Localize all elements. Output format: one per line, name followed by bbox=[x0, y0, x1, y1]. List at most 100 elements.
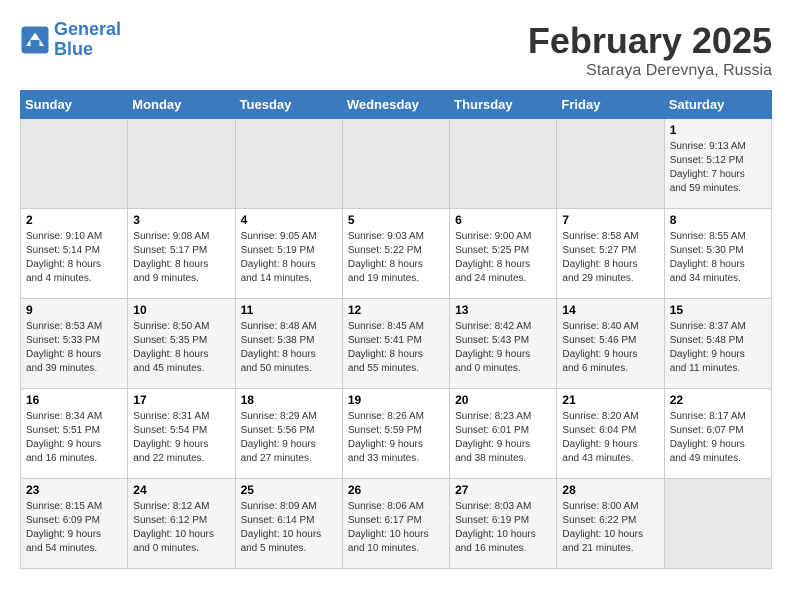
calendar-cell: 8 Sunrise: 8:55 AM Sunset: 5:30 PM Daylig… bbox=[664, 209, 771, 299]
day-number: 24 bbox=[133, 483, 229, 497]
day-info: Sunrise: 8:40 AM Sunset: 5:46 PM Dayligh… bbox=[562, 320, 658, 376]
day-number: 19 bbox=[348, 393, 444, 407]
calendar-cell: 23Sunrise: 8:15 AM Sunset: 6:09 PM Dayli… bbox=[21, 479, 128, 569]
day-info: Sunrise: 8:31 AM Sunset: 5:54 PM Dayligh… bbox=[133, 410, 229, 466]
day-number: 13 bbox=[455, 303, 551, 317]
day-info: Sunrise: 8:03 AM Sunset: 6:19 PM Dayligh… bbox=[455, 500, 551, 556]
day-number: 28 bbox=[562, 483, 658, 497]
calendar-cell: 9Sunrise: 8:53 AM Sunset: 5:33 PM Daylig… bbox=[21, 299, 128, 389]
weekday-header-tuesday: Tuesday bbox=[235, 91, 342, 119]
calendar-cell bbox=[664, 479, 771, 569]
day-info: Sunrise: 8:55 AM Sunset: 5:30 PM Dayligh… bbox=[670, 230, 766, 286]
day-number: 2 bbox=[26, 213, 122, 227]
weekday-header-monday: Monday bbox=[128, 91, 235, 119]
day-number: 12 bbox=[348, 303, 444, 317]
calendar-cell bbox=[128, 119, 235, 209]
day-number: 15 bbox=[670, 303, 766, 317]
calendar-week-4: 16 Sunrise: 8:34 AM Sunset: 5:51 PM Dayli… bbox=[21, 389, 772, 479]
calendar-cell: 25Sunrise: 8:09 AM Sunset: 6:14 PM Dayli… bbox=[235, 479, 342, 569]
calendar-cell bbox=[342, 119, 449, 209]
day-info: Sunrise: 9:05 AM Sunset: 5:19 PM Dayligh… bbox=[241, 230, 337, 286]
calendar-cell: 24 Sunrise: 8:12 AM Sunset: 6:12 PM Dayli… bbox=[128, 479, 235, 569]
weekday-header-wednesday: Wednesday bbox=[342, 91, 449, 119]
day-info: Sunrise: 9:03 AM Sunset: 5:22 PM Dayligh… bbox=[348, 230, 444, 286]
day-info: Sunrise: 8:50 AM Sunset: 5:35 PM Dayligh… bbox=[133, 320, 229, 376]
weekday-header-row: SundayMondayTuesdayWednesdayThursdayFrid… bbox=[21, 91, 772, 119]
day-info: Sunrise: 8:48 AM Sunset: 5:38 PM Dayligh… bbox=[241, 320, 337, 376]
day-number: 14 bbox=[562, 303, 658, 317]
day-number: 10 bbox=[133, 303, 229, 317]
day-number: 5 bbox=[348, 213, 444, 227]
calendar-cell: 17 Sunrise: 8:31 AM Sunset: 5:54 PM Dayli… bbox=[128, 389, 235, 479]
day-info: Sunrise: 8:26 AM Sunset: 5:59 PM Dayligh… bbox=[348, 410, 444, 466]
day-info: Sunrise: 8:29 AM Sunset: 5:56 PM Dayligh… bbox=[241, 410, 337, 466]
calendar-cell: 22 Sunrise: 8:17 AM Sunset: 6:07 PM Dayli… bbox=[664, 389, 771, 479]
calendar-cell bbox=[235, 119, 342, 209]
weekday-header-thursday: Thursday bbox=[450, 91, 557, 119]
calendar-body: 1Sunrise: 9:13 AM Sunset: 5:12 PM Daylig… bbox=[21, 119, 772, 569]
calendar-cell: 2 Sunrise: 9:10 AM Sunset: 5:14 PM Daylig… bbox=[21, 209, 128, 299]
weekday-header-saturday: Saturday bbox=[664, 91, 771, 119]
month-title: February 2025 bbox=[528, 20, 772, 62]
day-number: 22 bbox=[670, 393, 766, 407]
location-title: Staraya Derevnya, Russia bbox=[528, 62, 772, 80]
calendar-cell: 14 Sunrise: 8:40 AM Sunset: 5:46 PM Dayli… bbox=[557, 299, 664, 389]
logo: General Blue bbox=[20, 20, 121, 60]
calendar-cell: 21Sunrise: 8:20 AM Sunset: 6:04 PM Dayli… bbox=[557, 389, 664, 479]
day-number: 7 bbox=[562, 213, 658, 227]
calendar-cell: 18Sunrise: 8:29 AM Sunset: 5:56 PM Dayli… bbox=[235, 389, 342, 479]
calendar-cell: 19 Sunrise: 8:26 AM Sunset: 5:59 PM Dayli… bbox=[342, 389, 449, 479]
day-info: Sunrise: 8:17 AM Sunset: 6:07 PM Dayligh… bbox=[670, 410, 766, 466]
calendar-cell: 5 Sunrise: 9:03 AM Sunset: 5:22 PM Daylig… bbox=[342, 209, 449, 299]
day-info: Sunrise: 8:45 AM Sunset: 5:41 PM Dayligh… bbox=[348, 320, 444, 376]
calendar-week-1: 1Sunrise: 9:13 AM Sunset: 5:12 PM Daylig… bbox=[21, 119, 772, 209]
calendar-header: SundayMondayTuesdayWednesdayThursdayFrid… bbox=[21, 91, 772, 119]
calendar-cell: 10 Sunrise: 8:50 AM Sunset: 5:35 PM Dayli… bbox=[128, 299, 235, 389]
day-info: Sunrise: 8:42 AM Sunset: 5:43 PM Dayligh… bbox=[455, 320, 551, 376]
calendar-cell: 4Sunrise: 9:05 AM Sunset: 5:19 PM Daylig… bbox=[235, 209, 342, 299]
calendar-cell: 20 Sunrise: 8:23 AM Sunset: 6:01 PM Dayli… bbox=[450, 389, 557, 479]
calendar-cell: 26Sunrise: 8:06 AM Sunset: 6:17 PM Dayli… bbox=[342, 479, 449, 569]
calendar-cell bbox=[21, 119, 128, 209]
day-info: Sunrise: 8:34 AM Sunset: 5:51 PM Dayligh… bbox=[26, 410, 122, 466]
day-info: Sunrise: 9:10 AM Sunset: 5:14 PM Dayligh… bbox=[26, 230, 122, 286]
day-number: 9 bbox=[26, 303, 122, 317]
calendar-cell: 11 Sunrise: 8:48 AM Sunset: 5:38 PM Dayli… bbox=[235, 299, 342, 389]
calendar-cell: 27 Sunrise: 8:03 AM Sunset: 6:19 PM Dayli… bbox=[450, 479, 557, 569]
day-number: 25 bbox=[241, 483, 337, 497]
day-number: 3 bbox=[133, 213, 229, 227]
calendar-cell: 1Sunrise: 9:13 AM Sunset: 5:12 PM Daylig… bbox=[664, 119, 771, 209]
day-number: 8 bbox=[670, 213, 766, 227]
calendar-cell: 16 Sunrise: 8:34 AM Sunset: 5:51 PM Dayli… bbox=[21, 389, 128, 479]
day-number: 16 bbox=[26, 393, 122, 407]
day-info: Sunrise: 8:20 AM Sunset: 6:04 PM Dayligh… bbox=[562, 410, 658, 466]
day-info: Sunrise: 8:23 AM Sunset: 6:01 PM Dayligh… bbox=[455, 410, 551, 466]
title-area: February 2025 Staraya Derevnya, Russia bbox=[528, 20, 772, 80]
calendar-cell: 3 Sunrise: 9:08 AM Sunset: 5:17 PM Daylig… bbox=[128, 209, 235, 299]
day-info: Sunrise: 8:12 AM Sunset: 6:12 PM Dayligh… bbox=[133, 500, 229, 556]
weekday-header-sunday: Sunday bbox=[21, 91, 128, 119]
day-info: Sunrise: 8:37 AM Sunset: 5:48 PM Dayligh… bbox=[670, 320, 766, 376]
day-info: Sunrise: 9:08 AM Sunset: 5:17 PM Dayligh… bbox=[133, 230, 229, 286]
header: General Blue February 2025 Staraya Derev… bbox=[20, 20, 772, 80]
day-number: 6 bbox=[455, 213, 551, 227]
day-info: Sunrise: 8:06 AM Sunset: 6:17 PM Dayligh… bbox=[348, 500, 444, 556]
calendar-cell bbox=[450, 119, 557, 209]
day-number: 20 bbox=[455, 393, 551, 407]
day-info: Sunrise: 9:00 AM Sunset: 5:25 PM Dayligh… bbox=[455, 230, 551, 286]
calendar-week-3: 9Sunrise: 8:53 AM Sunset: 5:33 PM Daylig… bbox=[21, 299, 772, 389]
day-info: Sunrise: 8:00 AM Sunset: 6:22 PM Dayligh… bbox=[562, 500, 658, 556]
logo-line1: General bbox=[54, 19, 121, 39]
logo-icon bbox=[20, 25, 50, 55]
logo-line2: Blue bbox=[54, 39, 93, 59]
day-number: 23 bbox=[26, 483, 122, 497]
day-number: 27 bbox=[455, 483, 551, 497]
calendar-cell bbox=[557, 119, 664, 209]
day-info: Sunrise: 8:58 AM Sunset: 5:27 PM Dayligh… bbox=[562, 230, 658, 286]
day-number: 17 bbox=[133, 393, 229, 407]
day-number: 11 bbox=[241, 303, 337, 317]
calendar-cell: 12 Sunrise: 8:45 AM Sunset: 5:41 PM Dayli… bbox=[342, 299, 449, 389]
calendar-cell: 7 Sunrise: 8:58 AM Sunset: 5:27 PM Daylig… bbox=[557, 209, 664, 299]
calendar-cell: 6 Sunrise: 9:00 AM Sunset: 5:25 PM Daylig… bbox=[450, 209, 557, 299]
calendar-cell: 13 Sunrise: 8:42 AM Sunset: 5:43 PM Dayli… bbox=[450, 299, 557, 389]
